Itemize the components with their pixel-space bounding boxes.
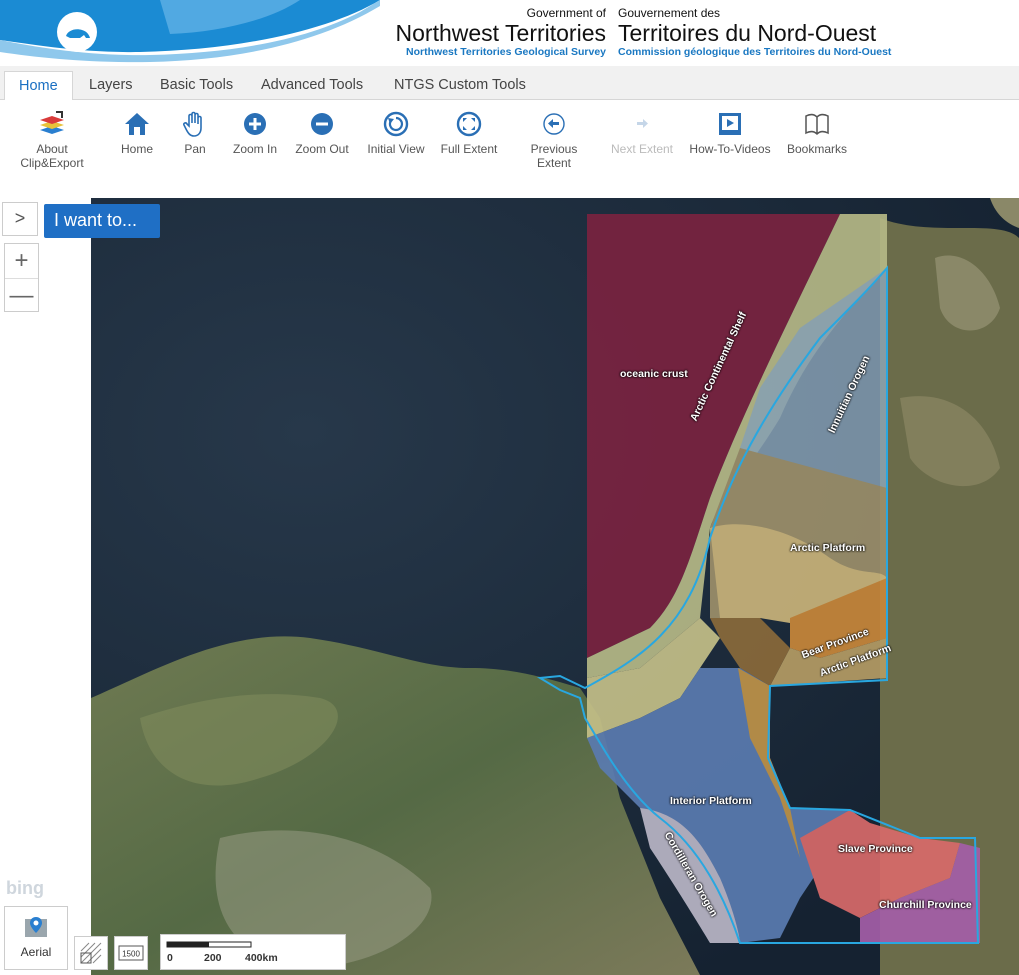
hand-icon — [183, 111, 202, 137]
expand-panel-button[interactable]: > — [2, 202, 38, 236]
basemap-aerial-button[interactable]: Aerial — [4, 906, 68, 970]
label-arctic-platform: Arctic Platform — [790, 542, 866, 554]
zoom-in-icon — [244, 113, 266, 135]
government-english: Government of Northwest Territories Nort… — [396, 6, 606, 59]
zoom-in-button[interactable]: Zoom In — [230, 110, 280, 156]
initial-view-label: Initial View — [367, 142, 425, 156]
coordinates-toggle-button[interactable] — [74, 936, 108, 970]
arrow-right-icon — [637, 119, 648, 128]
pan-label: Pan — [184, 142, 206, 156]
zoom-out-icon — [311, 113, 333, 135]
about-line1: About — [36, 142, 68, 156]
scale-1500-text: 1500 — [122, 950, 140, 959]
label-interior-platform: Interior Platform — [670, 795, 752, 807]
previous-extent-label: Previous Extent — [530, 142, 578, 170]
previous-extent-button[interactable]: Previous Extent — [513, 110, 595, 170]
bing-text: bing — [6, 878, 44, 898]
tab-advanced-tools[interactable]: Advanced Tools — [247, 71, 377, 101]
gov-fr-subtitle: Commission géologique des Territoires du… — [618, 46, 892, 58]
ribbon-tabs: Home Layers Basic Tools Advanced Tools N… — [0, 66, 1019, 101]
scale-bar: 0 200 400km — [160, 934, 346, 970]
gov-en-title: Northwest Territories — [395, 20, 606, 46]
header-banner: Government of Northwest Territories Nort… — [0, 0, 1019, 66]
how-to-videos-label: How-To-Videos — [689, 142, 771, 156]
zoom-out-button[interactable]: Zoom Out — [293, 110, 351, 156]
gnwt-logo-banner — [0, 0, 380, 63]
scale-toggle-button[interactable]: 1500 — [114, 936, 148, 970]
tab-basic-tools[interactable]: Basic Tools — [146, 71, 247, 101]
layers-stack-icon — [40, 111, 64, 134]
home-icon — [125, 113, 149, 135]
about-line2: Clip&Export — [20, 156, 84, 170]
next-extent-button[interactable]: Next Extent — [609, 110, 675, 156]
video-icon — [719, 113, 741, 135]
map-pin-icon — [25, 917, 47, 937]
full-extent-label: Full Extent — [440, 142, 498, 156]
aerial-basemap — [0, 198, 1019, 975]
chevron-right-icon: > — [14, 208, 26, 228]
full-extent-button[interactable]: Full Extent — [440, 110, 498, 156]
expand-arrows-icon — [456, 111, 482, 137]
home-label: Home — [120, 142, 153, 156]
aerial-label: Aerial — [20, 945, 52, 959]
bing-logo: bing — [6, 878, 44, 899]
home-button[interactable]: Home — [117, 110, 157, 156]
tab-ntgs-custom-tools[interactable]: NTGS Custom Tools — [380, 71, 540, 101]
bookmarks-button[interactable]: Bookmarks — [787, 110, 847, 156]
gov-en-small: Government of — [526, 6, 606, 20]
tab-home[interactable]: Home — [4, 71, 73, 101]
refresh-icon — [383, 111, 409, 137]
map-zoom-control: + — — [4, 243, 39, 312]
scale-tick-0: 0 — [167, 952, 173, 964]
scale-tick-200: 200 — [204, 952, 222, 964]
label-oceanic-crust: oceanic crust — [620, 368, 688, 380]
zoom-in-label: Zoom In — [232, 142, 277, 156]
arrow-left-icon — [543, 113, 565, 135]
next-extent-label: Next Extent — [610, 142, 674, 156]
label-churchill-province: Churchill Province — [879, 899, 972, 911]
label-slave-province: Slave Province — [838, 843, 913, 855]
government-french: Gouvernement des Territoires du Nord-Oue… — [618, 6, 891, 59]
initial-view-button[interactable]: Initial View — [366, 110, 426, 156]
zoom-out-label: Zoom Out — [295, 142, 349, 156]
map-zoom-out-button[interactable]: — — [5, 278, 38, 312]
book-icon — [805, 113, 829, 136]
gov-en-subtitle: Northwest Territories Geological Survey — [406, 46, 606, 58]
home-toolbar: About Clip&Export Home Pan Zoom In Zoom … — [0, 100, 1019, 198]
gov-fr-title: Territoires du Nord-Ouest — [618, 20, 877, 46]
map-viewport[interactable]: > I want to... + — bing Aerial 1500 0 20… — [0, 198, 1019, 975]
about-clip-export-button[interactable]: About Clip&Export — [20, 110, 84, 170]
scale-bar-graphic — [166, 941, 252, 948]
scale-tick-400: 400km — [245, 952, 278, 964]
grid-coordinates-icon — [80, 942, 102, 964]
tab-layers[interactable]: Layers — [75, 71, 147, 101]
pan-button[interactable]: Pan — [178, 110, 212, 156]
left-control-strip — [0, 198, 91, 975]
i-want-to-button[interactable]: I want to... — [44, 204, 160, 238]
bookmarks-label: Bookmarks — [787, 142, 848, 156]
scale-ruler-icon: 1500 — [118, 945, 144, 961]
gov-fr-small: Gouvernement des — [618, 6, 721, 20]
how-to-videos-button[interactable]: How-To-Videos — [688, 110, 772, 156]
map-zoom-in-button[interactable]: + — [5, 244, 38, 278]
